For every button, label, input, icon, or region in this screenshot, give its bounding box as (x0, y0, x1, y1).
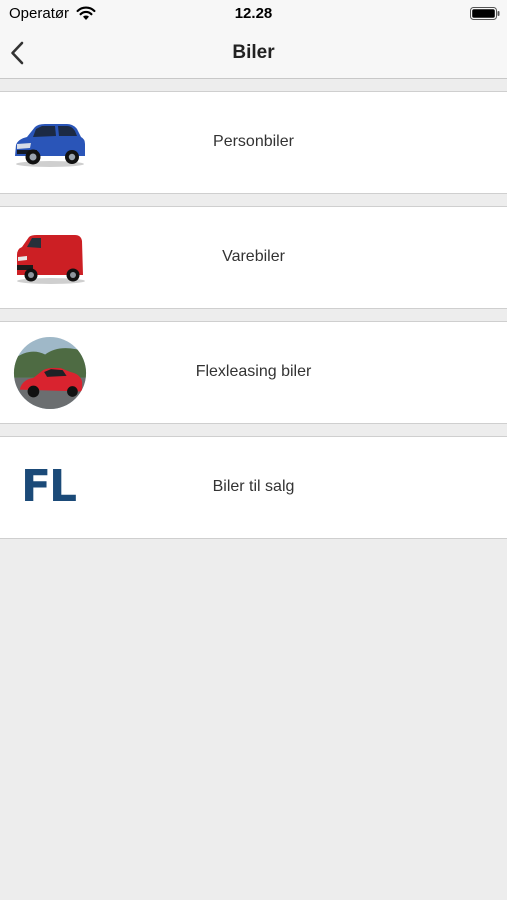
navigation-bar: Biler (0, 28, 507, 79)
category-list: Personbiler Varebiler Flexleasing biler … (0, 91, 507, 551)
chevron-left-icon (11, 41, 24, 65)
status-time: 12.28 (234, 5, 273, 22)
item-label: Flexleasing biler (195, 363, 312, 380)
list-item-personbiler[interactable]: Personbiler (0, 91, 507, 194)
list-item-biler-til-salg[interactable]: FL Biler til salg (0, 436, 507, 539)
page-title: Biler (232, 42, 275, 63)
list-item-varebiler[interactable]: Varebiler (0, 206, 507, 309)
app-screen: Operatør 12.28 Biler Personbiler Varebil… (0, 0, 507, 900)
list-item-flexleasing[interactable]: Flexleasing biler (0, 321, 507, 424)
status-bar: Operatør 12.28 (0, 0, 507, 28)
battery-icon (470, 7, 500, 20)
item-label: Varebiler (222, 248, 285, 265)
item-label: Personbiler (213, 133, 294, 150)
back-button[interactable] (4, 36, 36, 70)
item-label: Biler til salg (212, 478, 295, 495)
